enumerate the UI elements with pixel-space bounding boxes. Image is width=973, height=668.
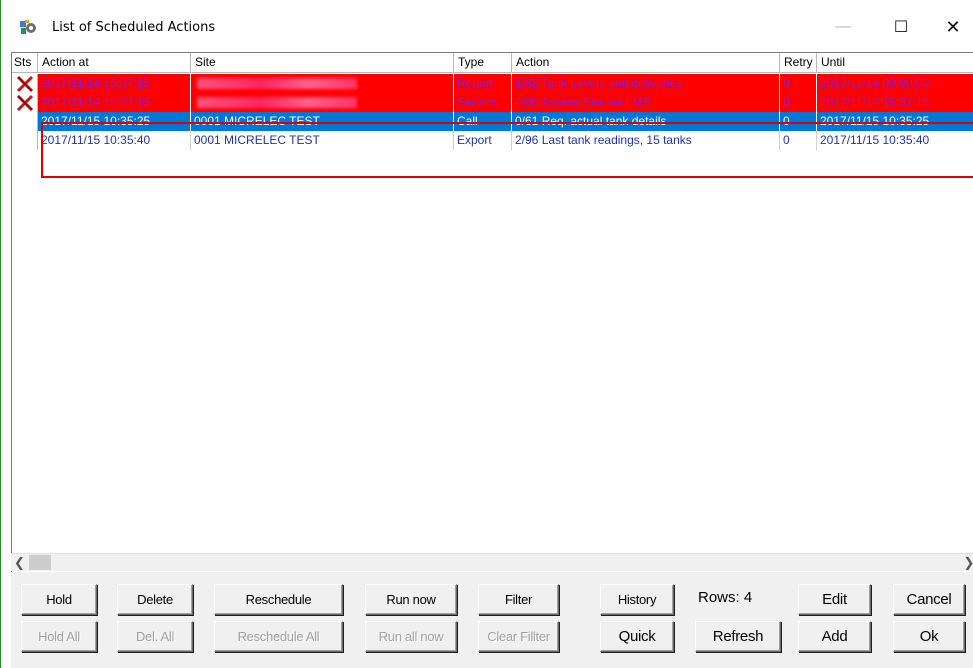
add-button[interactable]: Add — [798, 621, 871, 652]
refresh-button[interactable]: Refresh — [695, 621, 781, 652]
scroll-left-icon[interactable]: ❮ — [11, 554, 28, 571]
grid-header: Sts Action at Site Type Action Retry Unt… — [12, 53, 973, 73]
column-header-action[interactable]: Action — [512, 53, 780, 73]
button-panel: Hold Delete Reschedule Run now Filter Hi… — [11, 572, 973, 668]
hold-button-label: Hold — [46, 592, 72, 607]
history-button-label: History — [617, 592, 657, 607]
minimize-button[interactable]: — — [820, 10, 866, 44]
column-header-action-at[interactable]: Action at — [38, 53, 191, 73]
redacted-blur — [197, 78, 357, 89]
hold-all-button-label: Hold All — [38, 629, 80, 644]
quick-button[interactable]: Quick — [600, 621, 674, 652]
cancel-button[interactable]: Cancel — [893, 584, 965, 615]
until-cell: 2017/11/15 10:35:40 — [817, 131, 973, 150]
quick-button-label: Quick — [618, 628, 656, 645]
ok-button[interactable]: Ok — [893, 621, 965, 652]
status-cell — [12, 131, 38, 150]
run-now-button[interactable]: Run now — [365, 584, 457, 615]
action-cell: 0/61 Req. actual tank details — [512, 112, 780, 131]
close-button[interactable]: ✕ — [930, 10, 973, 44]
retry-cell: 0 — [780, 112, 817, 131]
action-cell: 4/80 Access Site via LMS — [512, 93, 780, 112]
reschedule-button[interactable]: Reschedule — [214, 584, 343, 615]
filter-button[interactable]: Filter — [478, 584, 559, 615]
action-cell: 1/82 Tank Levels and deliveries — [512, 74, 780, 93]
delete-button-label: Delete — [137, 592, 173, 607]
horizontal-scrollbar[interactable]: ❮ ❯ — [11, 553, 973, 571]
rows-count-label: Rows: 4 — [698, 589, 753, 606]
column-header-retry[interactable]: Retry — [780, 53, 817, 73]
action-at-cell: 2017/11/14 15:37:15 — [38, 74, 191, 93]
hold-all-button[interactable]: Hold All — [21, 621, 97, 652]
type-cell: Export — [454, 131, 512, 150]
add-button-label: Add — [821, 628, 848, 645]
app-gear-icon — [20, 20, 37, 35]
column-header-until[interactable]: Until — [817, 53, 973, 73]
reschedule-all-button[interactable]: Reschedule All — [214, 621, 343, 652]
table-row[interactable]: 2017/11/15 10:35:40 0001 MICRELEC TEST E… — [12, 131, 973, 150]
clear-filter-button-label: Clear Fillter — [487, 629, 550, 644]
column-header-sts[interactable]: Sts — [12, 53, 38, 73]
status-cell — [12, 112, 38, 131]
until-cell: 2017/11/14 15:37:15 — [817, 93, 973, 112]
reschedule-button-label: Reschedule — [245, 592, 312, 607]
retry-cell: 0 — [780, 131, 817, 150]
site-cell: 0001 MICRELEC TEST — [191, 131, 454, 150]
del-all-button[interactable]: Del. All — [117, 621, 193, 652]
site-cell-redacted — [191, 74, 454, 93]
run-all-now-button-label: Run all now — [378, 629, 444, 644]
error-x-icon — [12, 74, 38, 93]
title-bar[interactable]: List of Scheduled Actions — ☐ ✕ — [2, 0, 973, 46]
run-all-now-button[interactable]: Run all now — [365, 621, 457, 652]
action-at-cell: 2017/11/15 10:35:25 — [38, 112, 191, 131]
cancel-button-label: Cancel — [906, 591, 952, 608]
filter-button-label: Filter — [504, 592, 533, 607]
error-x-icon — [12, 93, 38, 112]
action-at-cell: 2017/11/14 15:37:15 — [38, 93, 191, 112]
history-button[interactable]: History — [600, 584, 674, 615]
table-row[interactable]: 2017/11/14 15:37:15 Service 4/80 Access … — [12, 93, 973, 112]
edit-button[interactable]: Edit — [798, 584, 871, 615]
until-cell: 2019/11/14 00:00:00 — [817, 74, 973, 93]
type-cell: Service — [454, 93, 512, 112]
table-row-selected[interactable]: 2017/11/15 10:35:25 0001 MICRELEC TEST C… — [12, 112, 973, 131]
refresh-button-label: Refresh — [712, 628, 764, 645]
maximize-button[interactable]: ☐ — [878, 10, 924, 44]
retry-cell: 0 — [780, 74, 817, 93]
clear-filter-button[interactable]: Clear Fillter — [478, 621, 559, 652]
delete-button[interactable]: Delete — [117, 584, 193, 615]
site-cell-redacted — [191, 93, 454, 112]
run-now-button-label: Run now — [386, 592, 436, 607]
retry-cell: 0 — [780, 93, 817, 112]
action-cell: 2/96 Last tank readings, 15 tanks — [512, 131, 780, 150]
del-all-button-label: Del. All — [135, 629, 175, 644]
site-cell: 0001 MICRELEC TEST — [191, 112, 454, 131]
reschedule-all-button-label: Reschedule All — [237, 629, 320, 644]
hold-button[interactable]: Hold — [21, 584, 97, 615]
scroll-right-icon[interactable]: ❯ — [964, 554, 973, 571]
column-header-site[interactable]: Site — [191, 53, 454, 73]
scrollbar-thumb[interactable] — [29, 555, 51, 570]
table-row[interactable]: 2017/11/14 15:37:15 Report 1/82 Tank Lev… — [12, 74, 973, 93]
edit-button-label: Edit — [822, 591, 847, 608]
scheduled-actions-window: List of Scheduled Actions — ☐ ✕ Sts Acti… — [0, 0, 973, 668]
action-at-cell: 2017/11/15 10:35:40 — [38, 131, 191, 150]
until-cell: 2017/11/15 10:35:25 — [817, 112, 973, 131]
type-cell: Report — [454, 74, 512, 93]
scheduled-actions-grid[interactable]: Sts Action at Site Type Action Retry Unt… — [11, 52, 973, 574]
redacted-blur — [197, 97, 357, 108]
window-title: List of Scheduled Actions — [52, 20, 216, 35]
column-header-type[interactable]: Type — [454, 53, 512, 73]
type-cell: Call — [454, 112, 512, 131]
ok-button-label: Ok — [919, 628, 939, 645]
